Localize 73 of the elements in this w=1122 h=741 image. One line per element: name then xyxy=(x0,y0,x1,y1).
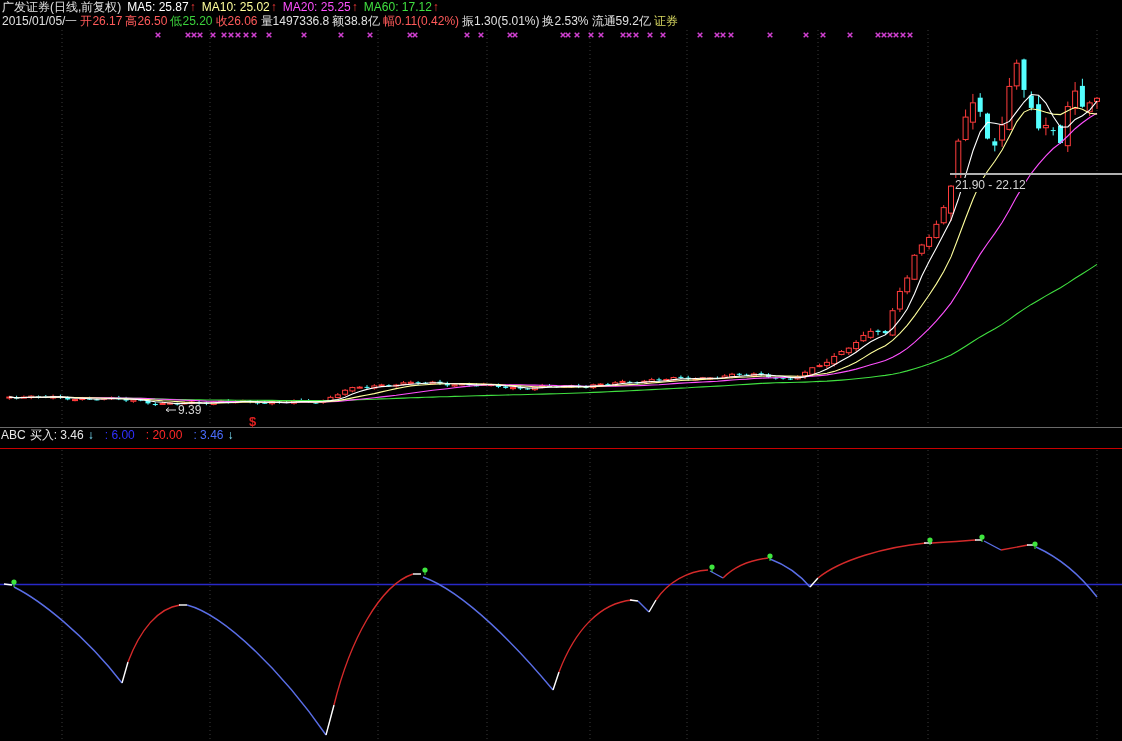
signal-dot-icon xyxy=(1032,541,1038,550)
turning-curve-segment xyxy=(629,599,639,602)
trend-arrow: ↑ xyxy=(351,0,358,14)
moving-average-label: MA10: 25.02 xyxy=(201,0,270,14)
cross-mark-icon xyxy=(646,31,654,39)
quote-field: 高26.50 xyxy=(125,14,168,28)
indicator-value: : 6.00 xyxy=(104,428,135,442)
signal-mark: $ xyxy=(249,415,257,429)
quote-field: 低25.20 xyxy=(170,14,213,28)
quote-field: 额38.8亿 xyxy=(332,14,380,28)
cross-mark-icon xyxy=(300,31,308,39)
arrow-icon xyxy=(165,405,176,412)
quote-field: 开26.17 xyxy=(80,14,123,28)
cross-mark-icon xyxy=(337,31,345,39)
quote-field: 幅0.11(0.42%) xyxy=(382,14,460,28)
cross-mark-icon xyxy=(366,31,374,39)
signal-dot-icon xyxy=(709,564,715,573)
turning-curve-segment xyxy=(3,583,13,586)
signal-dot-icon xyxy=(11,579,17,588)
indicator-name: ABC xyxy=(1,428,26,442)
cross-mark-icon xyxy=(802,31,810,39)
trend-arrow: ↑ xyxy=(270,0,277,14)
cross-mark-icon xyxy=(696,31,704,39)
signal-dot-icon xyxy=(927,537,933,546)
quote-field: 证券 xyxy=(653,14,678,28)
falling-curve-segment xyxy=(1035,546,1098,598)
cross-mark-icon xyxy=(154,31,162,39)
indicator-value: : 20.00 xyxy=(145,428,183,442)
cross-mark-icon xyxy=(463,31,471,39)
buy-signal-value: 买入: 3.46 xyxy=(29,428,84,442)
quote-field: 2015/01/05/一 xyxy=(2,14,78,28)
cross-mark-icon xyxy=(587,31,595,39)
signal-dot-icon xyxy=(767,553,773,562)
turning-curve-segment xyxy=(648,599,657,613)
falling-curve-segment xyxy=(637,600,650,613)
cross-mark-icon xyxy=(597,31,605,39)
rising-curve-segment xyxy=(127,604,181,663)
falling-curve-segment xyxy=(769,558,811,588)
trend-arrow: ↑ xyxy=(189,0,196,14)
quote-field: 振1.30(5.01%) xyxy=(462,14,540,28)
trend-arrow: ↓ xyxy=(87,428,94,442)
cross-mark-icon xyxy=(477,31,485,39)
quote-field: 换2.53% xyxy=(542,14,589,28)
trend-arrow: ↓ xyxy=(227,428,234,442)
falling-curve-segment xyxy=(983,540,1002,551)
falling-curve-segment xyxy=(709,570,724,579)
moving-average-label: MA5: 25.87 xyxy=(127,0,189,14)
signal-dot-icon xyxy=(979,534,985,543)
turning-curve-segment xyxy=(552,671,560,691)
rising-curve-segment xyxy=(655,569,709,601)
cross-mark-icon xyxy=(659,31,667,39)
signal-dot-icon xyxy=(422,567,428,576)
cross-mark-icon xyxy=(265,31,273,39)
moving-average-label: MA20: 25.25 xyxy=(282,0,351,14)
turning-curve-segment xyxy=(121,661,129,684)
turning-curve-segment xyxy=(325,704,335,736)
low-price-label: 9.39 xyxy=(178,403,202,417)
indicator-value: : 3.46 xyxy=(193,428,224,442)
price-range-label: 21.90 - 22.12 xyxy=(955,178,1026,192)
rising-curve-segment xyxy=(931,539,977,544)
rising-curve-segment xyxy=(1000,544,1029,551)
quote-field: 量1497336.8 xyxy=(260,14,330,28)
cross-mark-icon xyxy=(819,31,827,39)
chart-title: 广发证券(日线,前复权) xyxy=(2,0,122,14)
cross-mark-icon xyxy=(846,31,854,39)
rising-curve-segment xyxy=(722,557,769,579)
quote-field: 流通59.2亿 xyxy=(591,14,651,28)
cross-mark-icon xyxy=(766,31,774,39)
trend-arrow: ↑ xyxy=(432,0,439,14)
quote-field: 收26.06 xyxy=(215,14,258,28)
turning-curve-segment xyxy=(809,577,819,588)
cross-mark-icon xyxy=(209,31,217,39)
moving-average-label: MA60: 17.12 xyxy=(363,0,432,14)
